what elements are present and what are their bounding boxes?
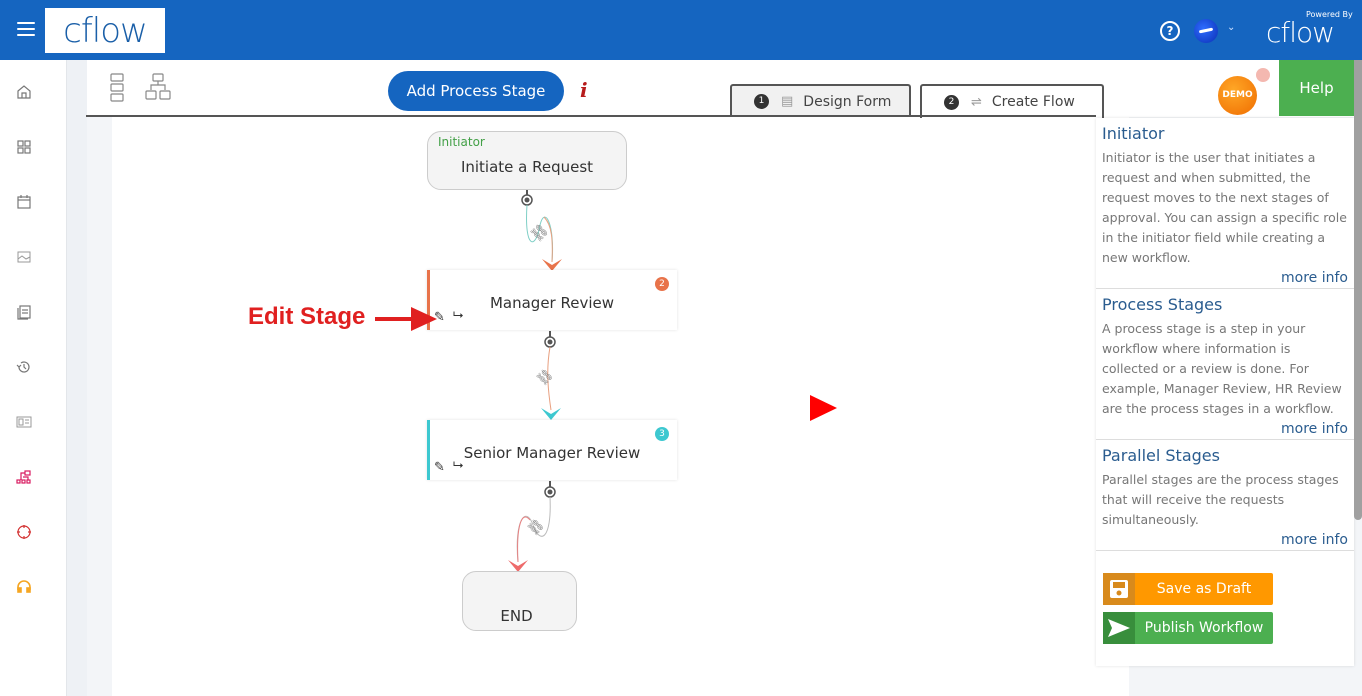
more-info-link[interactable]: more info <box>1102 421 1348 437</box>
tab-design-form[interactable]: 1 ▤ Design Form <box>730 84 911 117</box>
help-button[interactable]: Help <box>1279 60 1354 116</box>
more-info-link[interactable]: more info <box>1102 532 1348 548</box>
play-icon[interactable] <box>810 395 837 421</box>
floppy-disk-icon <box>1103 573 1135 605</box>
home-icon[interactable] <box>16 84 32 100</box>
vertical-layout-icon[interactable] <box>110 73 124 103</box>
annotation-arrow-icon <box>375 307 437 331</box>
stage-title: Manager Review <box>489 294 615 312</box>
form-icon: ▤ <box>781 94 794 109</box>
history-icon[interactable] <box>16 359 32 375</box>
hamburger-menu-icon[interactable] <box>17 22 35 38</box>
demo-close-dot[interactable] <box>1256 68 1270 82</box>
help-section-title: Initiator <box>1102 124 1165 143</box>
tab-number: 1 <box>754 94 769 109</box>
publish-label: Publish Workflow <box>1144 620 1264 636</box>
chevron-down-icon[interactable]: ⌄ <box>1227 22 1235 33</box>
save-as-draft-button[interactable]: Save as Draft <box>1103 573 1273 605</box>
edit-pencil-icon[interactable]: ✎ <box>434 460 445 475</box>
info-icon[interactable]: i <box>580 78 588 102</box>
support-headset-icon[interactable] <box>16 579 32 595</box>
sidebar <box>0 60 67 696</box>
initiator-node[interactable]: Initiator Initiate a Request <box>427 131 627 190</box>
help-section-text: Parallel stages are the process stages t… <box>1102 472 1339 527</box>
tab-label: Create Flow <box>991 94 1075 110</box>
initiator-title: Initiate a Request <box>460 158 594 176</box>
send-icon <box>1103 612 1135 644</box>
workflow-icon[interactable] <box>16 469 32 485</box>
help-panel-scrollbar[interactable] <box>1354 60 1362 520</box>
documents-icon[interactable] <box>16 304 32 320</box>
more-info-link[interactable]: more info <box>1102 270 1348 286</box>
initiator-role-label: Initiator <box>438 135 485 149</box>
help-section-initiator: Initiator Initiator is the user that ini… <box>1096 118 1354 289</box>
user-avatar[interactable] <box>1194 19 1218 43</box>
tab-number: 2 <box>944 94 959 110</box>
apps-grid-icon[interactable] <box>16 139 32 155</box>
stage-senior-manager-review[interactable]: Senior Manager Review 3 ✎ ⮡ <box>427 420 677 480</box>
route-arrow-icon[interactable]: ⮡ <box>453 308 463 323</box>
target-icon[interactable] <box>16 524 32 540</box>
help-section-text: Initiator is the user that initiates a r… <box>1102 150 1347 265</box>
stage-number-badge: 3 <box>655 427 669 441</box>
end-title: END <box>500 607 533 625</box>
stage-number-badge: 2 <box>655 277 669 291</box>
flow-icon: ⇌ <box>971 94 982 110</box>
help-section-text: A process stage is a step in your workfl… <box>1102 321 1342 416</box>
cflow-logo[interactable]: cflow <box>45 8 165 53</box>
publish-workflow-button[interactable]: Publish Workflow <box>1103 612 1273 644</box>
help-section-title: Parallel Stages <box>1102 446 1220 465</box>
tab-label: Design Form <box>803 93 892 110</box>
calendar-icon[interactable] <box>16 194 32 210</box>
powered-by-logo: cflow <box>1266 16 1335 49</box>
edit-stage-annotation: Edit Stage <box>248 303 366 330</box>
route-arrow-icon[interactable]: ⮡ <box>453 458 463 473</box>
end-node[interactable]: END <box>462 571 577 631</box>
tree-layout-icon[interactable] <box>145 73 171 101</box>
sidebar-gutter <box>67 60 87 696</box>
stage-manager-review[interactable]: Manager Review 2 ✎ ⮡ <box>427 270 677 330</box>
add-process-stage-button[interactable]: Add Process Stage <box>388 71 564 111</box>
help-section-parallel-stages: Parallel Stages Parallel stages are the … <box>1096 440 1354 551</box>
dashboard-icon[interactable] <box>16 414 32 430</box>
help-panel: Initiator Initiator is the user that ini… <box>1096 118 1354 666</box>
save-draft-label: Save as Draft <box>1156 581 1252 597</box>
top-bar: cflow ? ⌄ Powered By cflow <box>0 0 1362 60</box>
demo-badge[interactable]: DEMO <box>1218 76 1257 115</box>
canvas-margin-left <box>87 117 112 696</box>
help-question-icon[interactable]: ? <box>1160 21 1180 41</box>
help-section-title: Process Stages <box>1102 295 1223 314</box>
help-section-process-stages: Process Stages A process stage is a step… <box>1096 289 1354 440</box>
tab-create-flow[interactable]: 2 ⇌ Create Flow <box>920 84 1104 118</box>
reports-icon[interactable] <box>16 249 32 265</box>
toolbar-divider <box>86 115 1096 117</box>
stage-title: Senior Manager Review <box>463 444 641 462</box>
